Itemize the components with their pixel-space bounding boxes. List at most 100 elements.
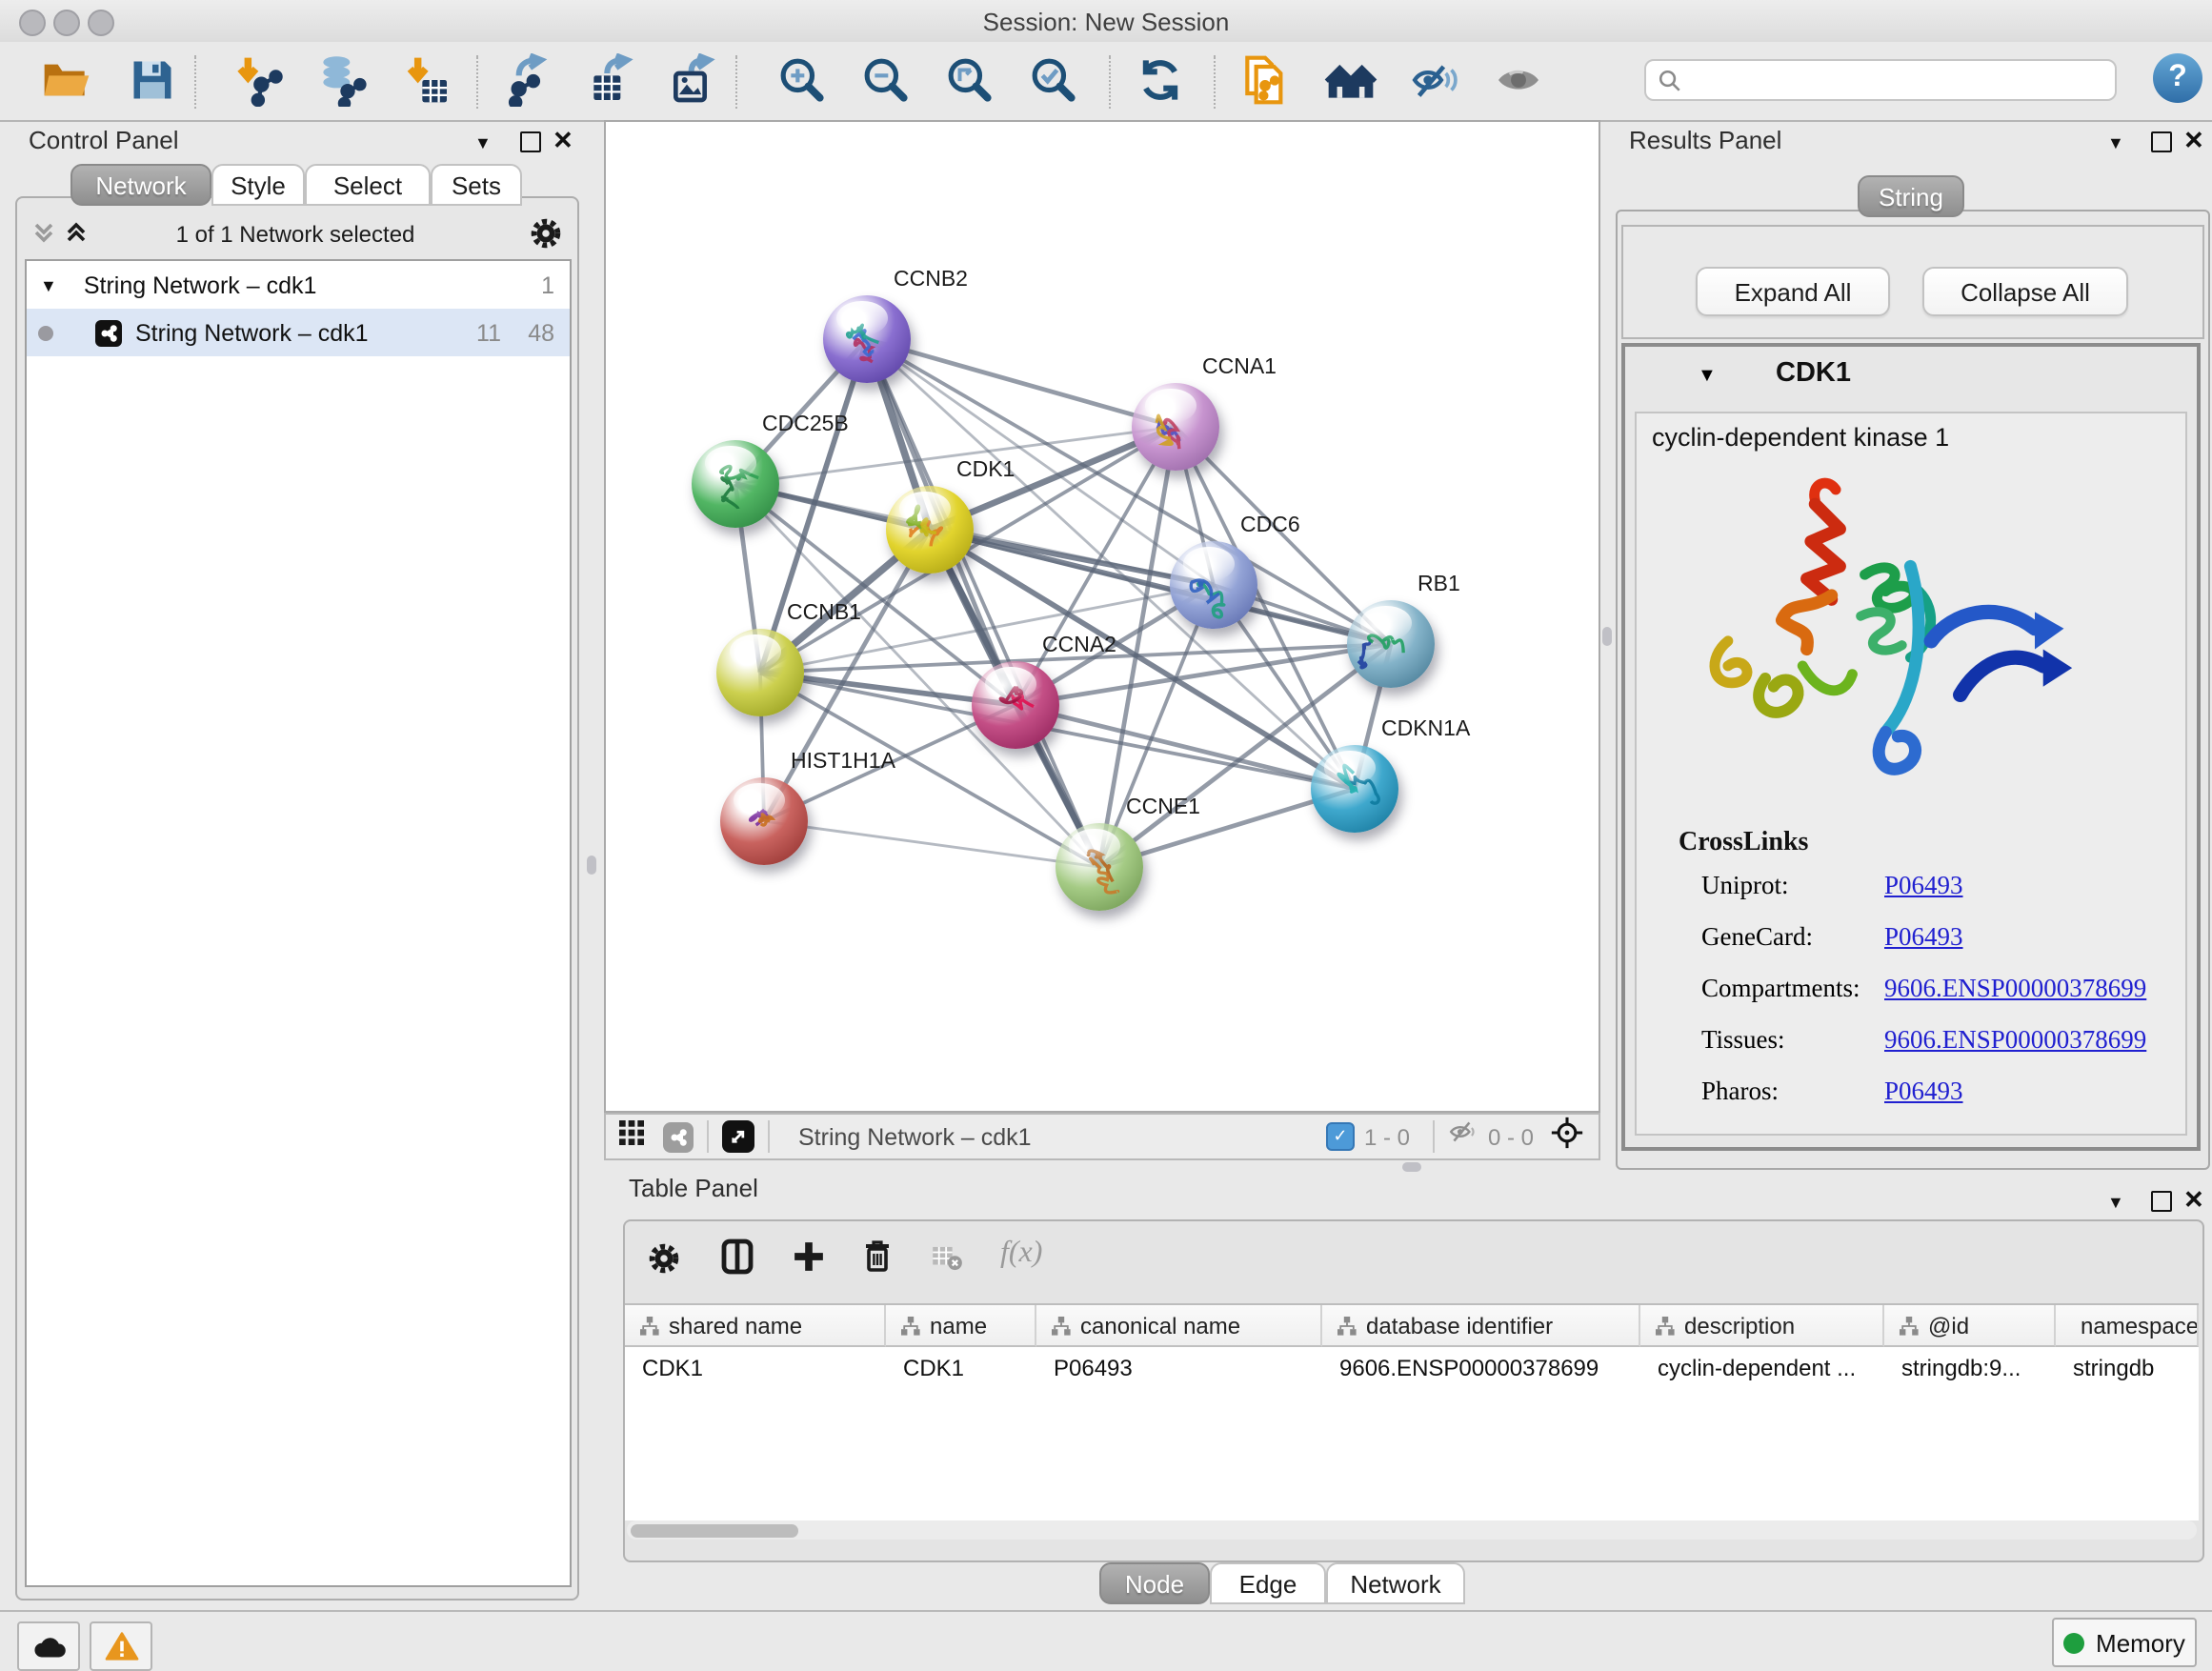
tab-string[interactable]: String xyxy=(1858,175,1964,217)
open-session-button[interactable] xyxy=(36,50,97,111)
crosslink-link[interactable]: P06493 xyxy=(1884,922,1963,953)
tab-network-table[interactable]: Network Table xyxy=(1326,1562,1465,1604)
function-builder-button[interactable]: f(x) xyxy=(1000,1237,1042,1271)
search-input[interactable] xyxy=(1690,65,2115,95)
export-network-button[interactable] xyxy=(497,50,558,111)
birds-eye-view-button[interactable] xyxy=(722,1120,754,1153)
network-collection-row[interactable]: ▼ String Network – cdk1 1 xyxy=(27,261,570,309)
control-panel-close-button[interactable]: ✕ xyxy=(553,130,573,151)
help-button[interactable]: ? xyxy=(2153,53,2202,103)
table-panel-close-button[interactable]: ✕ xyxy=(2183,1189,2204,1210)
zoom-selected-button[interactable] xyxy=(1023,50,1084,111)
crosslink-link[interactable]: 9606.ENSP00000378699 xyxy=(1884,1025,2146,1056)
network-view-canvas[interactable]: CCNB2CCNA1CDC25BCDK1CDC6RB1CCNB1CCNA2CDK… xyxy=(604,120,1600,1113)
node-table[interactable]: shared namenamecanonical namedatabase id… xyxy=(625,1303,2199,1520)
table-panel-float-button[interactable]: ▼ xyxy=(2107,1193,2124,1212)
export-table-button[interactable] xyxy=(581,50,642,111)
tab-node-table[interactable]: Node Table xyxy=(1099,1562,1210,1604)
expand-all-button[interactable]: Expand All xyxy=(1696,267,1890,316)
node-CDKN1A[interactable] xyxy=(1311,745,1398,833)
warnings-button[interactable] xyxy=(90,1621,152,1671)
fit-selected-crosshair-button[interactable] xyxy=(1551,1116,1583,1158)
right-splitter-handle[interactable] xyxy=(1602,627,1612,646)
tab-style[interactable]: Style xyxy=(211,164,305,206)
zoom-out-button[interactable] xyxy=(855,50,916,111)
tab-edge-table[interactable]: Edge Table xyxy=(1210,1562,1326,1604)
delete-table-button[interactable] xyxy=(932,1246,964,1280)
gear-icon xyxy=(648,1242,680,1275)
node-HIST1H1A[interactable] xyxy=(720,777,808,865)
node-CDK1[interactable] xyxy=(886,486,974,574)
column-header-shared-name[interactable]: shared name xyxy=(625,1305,886,1347)
node-CCNA2[interactable] xyxy=(972,661,1059,749)
import-network-database-button[interactable] xyxy=(311,50,372,111)
column-header-canonical-name[interactable]: canonical name xyxy=(1036,1305,1322,1347)
import-table-button[interactable] xyxy=(396,50,457,111)
node-CCNB1[interactable] xyxy=(716,629,804,716)
zoom-in-button[interactable] xyxy=(772,50,833,111)
show-columns-button[interactable] xyxy=(720,1238,754,1284)
node-CDC6[interactable] xyxy=(1170,541,1257,629)
column-header-name[interactable]: name xyxy=(886,1305,1036,1347)
table-cell[interactable]: cyclin-dependent ... xyxy=(1640,1347,1884,1389)
show-all-button[interactable] xyxy=(1488,50,1549,111)
scrollbar-thumb[interactable] xyxy=(631,1523,798,1537)
import-network-file-button[interactable] xyxy=(229,50,290,111)
export-image-button[interactable] xyxy=(663,50,724,111)
node-CCNA1[interactable] xyxy=(1132,383,1219,471)
control-panel-maximize-button[interactable] xyxy=(520,131,541,152)
grid-view-button[interactable] xyxy=(619,1119,644,1154)
tab-network[interactable]: Network xyxy=(70,164,211,206)
cloud-status-button[interactable] xyxy=(17,1621,80,1671)
node-CDC25B[interactable] xyxy=(692,440,779,528)
expand-all-networks-icon[interactable] xyxy=(30,219,57,252)
tab-select[interactable]: Select xyxy=(305,164,431,206)
crosslink-link[interactable]: P06493 xyxy=(1884,1077,1963,1107)
results-panel-float-button[interactable]: ▼ xyxy=(2107,133,2124,152)
table-cell[interactable]: CDK1 xyxy=(886,1347,1036,1389)
table-cell[interactable]: stringdb xyxy=(2056,1347,2199,1389)
crosslink-link[interactable]: P06493 xyxy=(1884,871,1963,901)
collapse-all-networks-icon[interactable] xyxy=(63,219,90,255)
edge-CCNB2-CCNE1[interactable] xyxy=(867,339,1099,867)
hide-selected-button[interactable] xyxy=(1404,50,1465,111)
results-panel-close-button[interactable]: ✕ xyxy=(2183,130,2204,151)
column-header-namespace[interactable]: namespace xyxy=(2056,1305,2199,1347)
network-options-gear-button[interactable] xyxy=(530,217,562,259)
table-panel-maximize-button[interactable] xyxy=(2151,1191,2172,1212)
left-splitter-handle[interactable] xyxy=(587,856,596,875)
network-view-mode-button[interactable] xyxy=(663,1121,694,1152)
column-header-description[interactable]: description xyxy=(1640,1305,1884,1347)
tree-expander-icon[interactable]: ▼ xyxy=(40,275,57,294)
network-icon xyxy=(95,319,122,346)
table-horizontal-scrollbar[interactable] xyxy=(627,1520,2197,1540)
create-column-button[interactable] xyxy=(793,1240,825,1282)
column-header-database-identifier[interactable]: database identifier xyxy=(1322,1305,1640,1347)
gene-expander-icon[interactable]: ▼ xyxy=(1698,366,1717,387)
zoom-fit-button[interactable] xyxy=(939,50,1000,111)
node-CCNB2[interactable] xyxy=(823,295,911,383)
column-header--id[interactable]: @id xyxy=(1884,1305,2056,1347)
memory-button[interactable]: Memory xyxy=(2052,1618,2197,1667)
control-panel-float-button[interactable]: ▼ xyxy=(474,133,492,152)
save-session-button[interactable] xyxy=(122,50,183,111)
tab-sets[interactable]: Sets xyxy=(431,164,522,206)
table-cell[interactable]: CDK1 xyxy=(625,1347,886,1389)
edge-CCNE1-HIST1H1A[interactable] xyxy=(764,821,1099,867)
first-neighbors-button[interactable] xyxy=(1320,50,1381,111)
selected-checkbox-icon[interactable]: ✓ xyxy=(1326,1122,1355,1151)
node-RB1[interactable] xyxy=(1347,600,1435,688)
bottom-splitter-handle[interactable] xyxy=(1402,1162,1421,1172)
node-CCNE1[interactable] xyxy=(1056,823,1143,911)
new-network-from-selection-button[interactable] xyxy=(1235,50,1296,111)
table-cell[interactable]: P06493 xyxy=(1036,1347,1322,1389)
delete-column-button[interactable] xyxy=(861,1238,894,1282)
apply-layout-button[interactable] xyxy=(1130,50,1191,111)
network-row-selected[interactable]: String Network – cdk1 11 48 xyxy=(27,309,570,356)
table-cell[interactable]: stringdb:9... xyxy=(1884,1347,2056,1389)
crosslink-link[interactable]: 9606.ENSP00000378699 xyxy=(1884,974,2146,1004)
collapse-all-button[interactable]: Collapse All xyxy=(1922,267,2128,316)
table-cell[interactable]: 9606.ENSP00000378699 xyxy=(1322,1347,1640,1389)
results-panel-maximize-button[interactable] xyxy=(2151,131,2172,152)
table-settings-button[interactable] xyxy=(648,1242,680,1284)
